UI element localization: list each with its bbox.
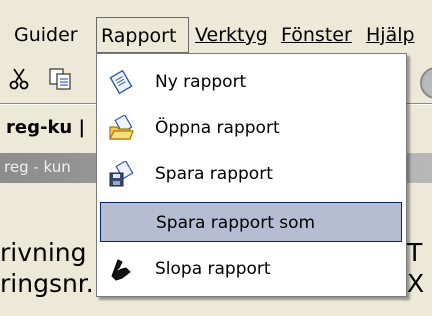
scissors-icon[interactable] (8, 67, 30, 98)
menu-item-ny-rapport[interactable]: Ny rapport (100, 62, 402, 102)
menu-item-label: Spara rapport som (156, 213, 316, 233)
menu-fonster-label: Fönster (281, 24, 352, 46)
menu-item-slopa-rapport[interactable]: Slopa rapport (100, 249, 402, 289)
menu-item-label: Spara rapport (155, 164, 273, 184)
menu-fonster[interactable]: Fönster (277, 17, 356, 53)
form-label-4: X (407, 269, 425, 298)
menu-hjalp[interactable]: Hjälp (362, 17, 419, 53)
menu-item-oppna-rapport[interactable]: Öppna rapport (100, 108, 402, 148)
open-report-icon (108, 114, 134, 141)
menu-hjalp-label: Hjälp (366, 24, 415, 46)
new-report-icon (108, 69, 134, 95)
save-report-icon (108, 160, 134, 187)
tab-reg-ku[interactable]: reg-ku | (6, 117, 85, 138)
menu-item-spara-rapport[interactable]: Spara rapport (100, 154, 402, 194)
form-label-3: T (407, 238, 423, 267)
menu-item-label: Ny rapport (155, 72, 247, 92)
window-title: reg - kun (4, 158, 71, 176)
menu-verktyg[interactable]: Verktyg (191, 17, 272, 53)
rapport-dropdown-menu: Ny rapport Öppna rapport Spara rapport S… (96, 53, 407, 297)
menu-item-label: Öppna rapport (155, 118, 280, 138)
menu-rapport-label: Rapport (101, 25, 177, 47)
menu-guider-label: Guider (14, 24, 78, 46)
menu-verktyg-label: Verktyg (195, 24, 268, 46)
form-label-2: ringsnr. (0, 269, 94, 298)
menu-guider[interactable]: Guider (10, 17, 82, 53)
copy-icon[interactable] (48, 67, 74, 98)
delete-report-icon (108, 256, 134, 282)
menu-item-label: Slopa rapport (155, 259, 271, 279)
form-label-1: rivning (0, 238, 87, 267)
menu-item-spara-rapport-som[interactable]: Spara rapport som (100, 202, 402, 242)
app-window: Guider Rapport Verktyg Fönster Hjälp reg… (0, 0, 432, 316)
menu-rapport[interactable]: Rapport (96, 17, 189, 53)
circle-icon[interactable] (420, 67, 432, 99)
